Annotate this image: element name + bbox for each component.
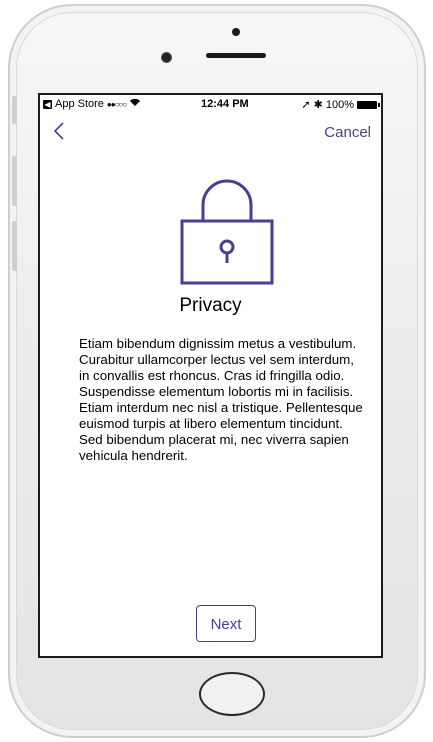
mute-switch xyxy=(12,96,17,124)
signal-icon: ●●○○○ xyxy=(106,99,127,109)
wifi-icon xyxy=(129,98,141,110)
bluetooth-icon: ✱ xyxy=(313,99,323,111)
status-right: ➚ ✱ 100% xyxy=(301,98,380,111)
page-title: Privacy xyxy=(179,295,242,316)
status-time: 12:44 PM xyxy=(201,98,249,110)
screen: ◀ App Store ●●○○○ 12:44 PM ➚ ✱ 100% Canc… xyxy=(38,93,383,658)
back-to-app-icon[interactable]: ◀ xyxy=(43,99,52,109)
lock-icon xyxy=(180,175,274,285)
battery-icon xyxy=(357,100,380,109)
volume-up-button xyxy=(12,156,17,206)
back-app-label[interactable]: App Store xyxy=(55,98,104,110)
proximity-sensor xyxy=(232,28,240,36)
earpiece-speaker xyxy=(206,53,266,58)
next-button[interactable]: Next xyxy=(196,605,256,642)
status-left: ◀ App Store ●●○○○ xyxy=(43,98,141,110)
front-camera xyxy=(161,52,172,63)
battery-percent: 100% xyxy=(325,98,354,111)
privacy-description: Etiam bibendum dignissim metus a vestibu… xyxy=(79,336,363,463)
status-bar: ◀ App Store ●●○○○ 12:44 PM ➚ ✱ 100% xyxy=(40,95,381,115)
chevron-left-icon[interactable] xyxy=(52,121,72,141)
location-icon: ➚ xyxy=(301,99,311,111)
nav-bar: Cancel xyxy=(40,115,381,149)
volume-down-button xyxy=(12,221,17,271)
home-button[interactable] xyxy=(199,672,265,716)
cancel-button[interactable]: Cancel xyxy=(324,124,371,141)
